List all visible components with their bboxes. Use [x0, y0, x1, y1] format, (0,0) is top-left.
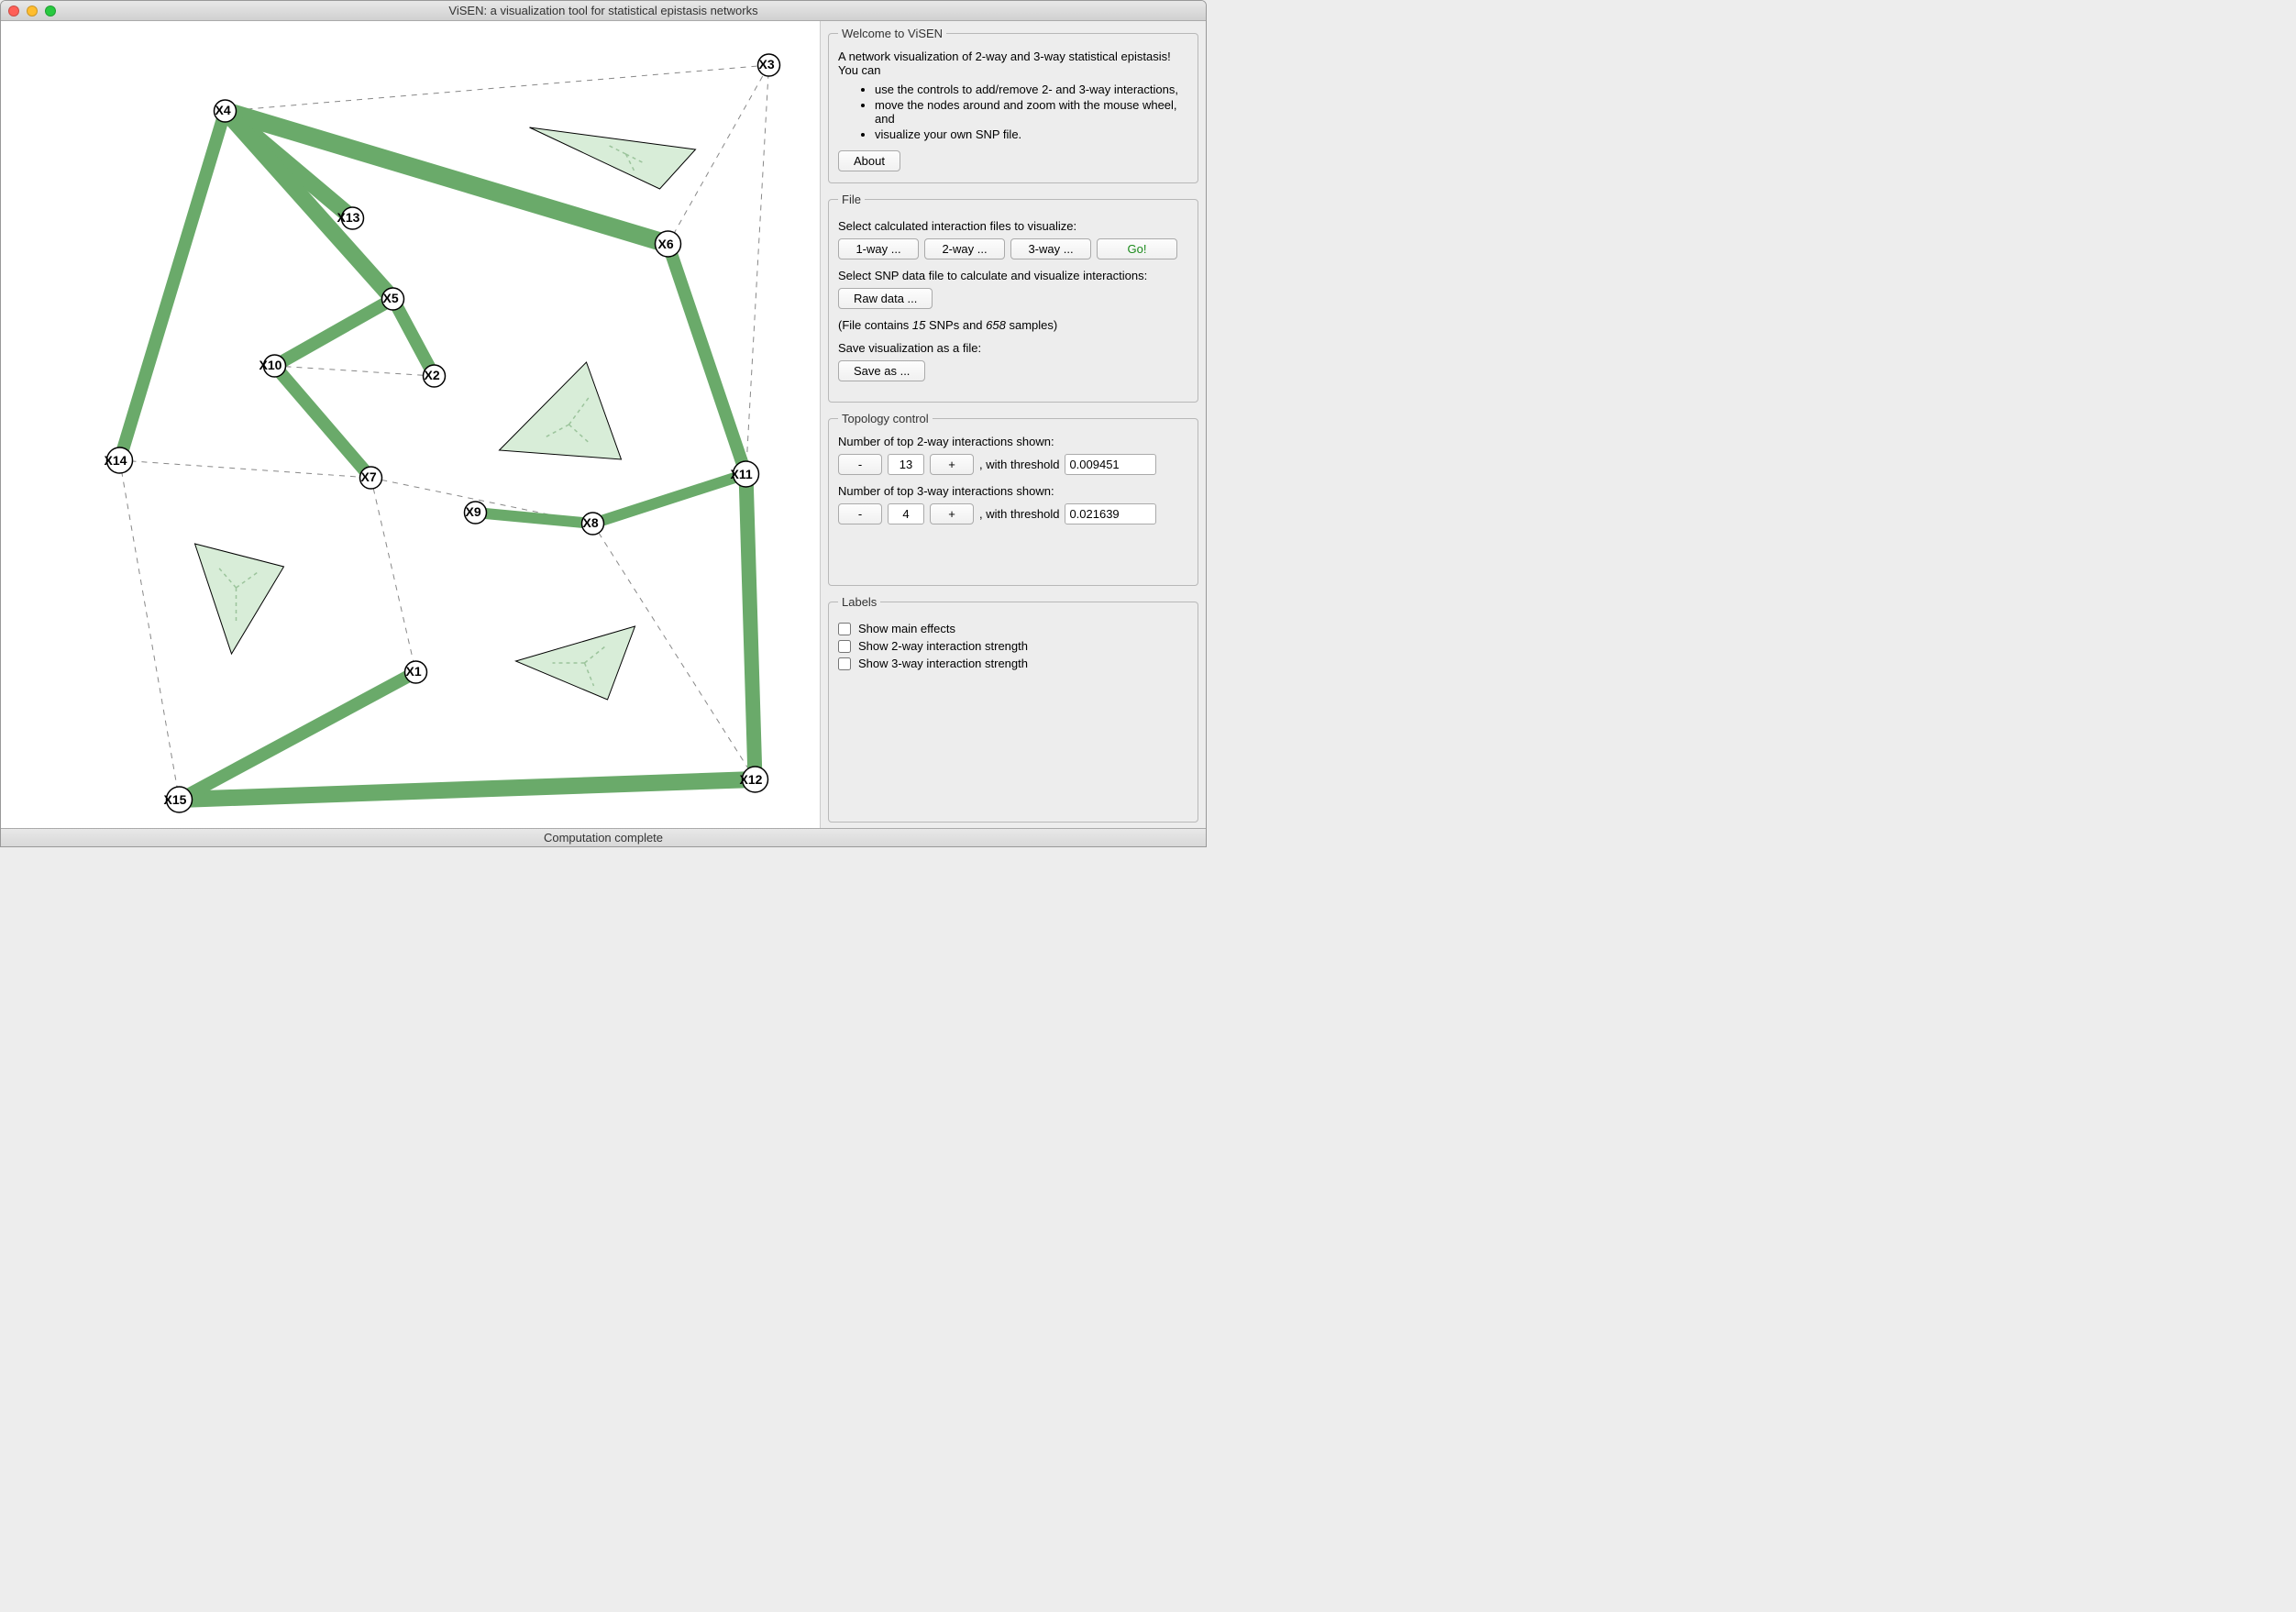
traffic-lights — [1, 6, 56, 17]
topology-twoway-row: - + , with threshold — [838, 454, 1188, 475]
labels-panel: Labels Show main effects Show 2-way inte… — [828, 595, 1198, 823]
threeway-minus-button[interactable]: - — [838, 503, 882, 524]
thick-edges — [120, 111, 756, 800]
threeway-thresh-input[interactable] — [1065, 503, 1156, 524]
svg-text:X2: X2 — [425, 368, 440, 382]
topology-threeway-label: Number of top 3-way interactions shown: — [838, 484, 1188, 498]
welcome-list: use the controls to add/remove 2- and 3-… — [838, 83, 1188, 141]
twoway-button[interactable]: 2-way ... — [924, 238, 1005, 259]
twoway-minus-button[interactable]: - — [838, 454, 882, 475]
file-save-label: Save visualization as a file: — [838, 341, 1188, 355]
node-X4[interactable]: X4 — [215, 100, 237, 122]
app-window: ViSEN: a visualization tool for statisti… — [0, 0, 1207, 847]
topology-legend: Topology control — [838, 412, 933, 425]
twoway-thresh-label: , with threshold — [979, 458, 1059, 471]
close-icon[interactable] — [8, 6, 19, 17]
main-effects-label: Show main effects — [858, 622, 955, 635]
svg-text:X8: X8 — [583, 515, 599, 530]
rawdata-button[interactable]: Raw data ... — [838, 288, 933, 309]
svg-text:X12: X12 — [740, 772, 763, 787]
svg-text:X13: X13 — [337, 210, 360, 225]
file-select-snp-label: Select SNP data file to calculate and vi… — [838, 269, 1188, 282]
svg-text:X3: X3 — [759, 57, 775, 72]
threeway-plus-button[interactable]: + — [930, 503, 974, 524]
file-sample-count: 658 — [986, 318, 1006, 332]
svg-text:X14: X14 — [105, 453, 127, 468]
svg-text:X7: X7 — [361, 469, 377, 484]
twoway-count-input[interactable] — [888, 454, 924, 475]
node-X12[interactable]: X12 — [740, 767, 768, 792]
welcome-bullet: visualize your own SNP file. — [875, 127, 1188, 141]
network-canvas[interactable]: X3 X4 X13 X6 X5 X10 X2 X14 X7 X11 X9 X8 … — [1, 21, 821, 828]
node-X6[interactable]: X6 — [656, 231, 681, 257]
status-text: Computation complete — [544, 831, 663, 845]
svg-text:X10: X10 — [259, 358, 282, 372]
saveas-button[interactable]: Save as ... — [838, 360, 925, 381]
twoway-plus-button[interactable]: + — [930, 454, 974, 475]
labels-legend: Labels — [838, 595, 880, 609]
file-panel: File Select calculated interaction files… — [828, 193, 1198, 403]
minimize-icon[interactable] — [27, 6, 38, 17]
main-effects-checkbox[interactable] — [838, 623, 851, 635]
twoway-strength-label: Show 2-way interaction strength — [858, 639, 1028, 653]
welcome-panel: Welcome to ViSEN A network visualization… — [828, 27, 1198, 183]
svg-text:X4: X4 — [215, 103, 231, 117]
node-X14[interactable]: X14 — [105, 447, 133, 473]
node-X2[interactable]: X2 — [424, 365, 446, 387]
titlebar[interactable]: ViSEN: a visualization tool for statisti… — [1, 1, 1206, 21]
svg-text:X15: X15 — [164, 792, 187, 807]
file-legend: File — [838, 193, 865, 206]
twoway-thresh-input[interactable] — [1065, 454, 1156, 475]
about-button[interactable]: About — [838, 150, 900, 171]
node-X3[interactable]: X3 — [758, 54, 780, 76]
topology-twoway-label: Number of top 2-way interactions shown: — [838, 435, 1188, 448]
file-raw-row: Raw data ... — [838, 288, 1188, 309]
node-X15[interactable]: X15 — [164, 787, 193, 812]
network-svg[interactable]: X3 X4 X13 X6 X5 X10 X2 X14 X7 X11 X9 X8 … — [1, 21, 820, 828]
threeway-strength-row[interactable]: Show 3-way interaction strength — [838, 657, 1188, 670]
svg-text:X6: X6 — [658, 237, 674, 251]
node-X9[interactable]: X9 — [465, 502, 487, 524]
oneway-button[interactable]: 1-way ... — [838, 238, 919, 259]
threeway-strength-label: Show 3-way interaction strength — [858, 657, 1028, 670]
welcome-bullet: move the nodes around and zoom with the … — [875, 98, 1188, 126]
welcome-legend: Welcome to ViSEN — [838, 27, 946, 40]
node-X8[interactable]: X8 — [582, 513, 604, 535]
file-info-mid: SNPs and — [925, 318, 986, 332]
statusbar: Computation complete — [1, 828, 1206, 846]
file-info-suffix: samples) — [1006, 318, 1057, 332]
node-X5[interactable]: X5 — [382, 288, 404, 310]
node-X1[interactable]: X1 — [405, 661, 427, 683]
page-title: ViSEN: a visualization tool for statisti… — [1, 4, 1206, 17]
file-snp-count: 15 — [912, 318, 925, 332]
welcome-intro: A network visualization of 2-way and 3-w… — [838, 50, 1188, 77]
sidebar: Welcome to ViSEN A network visualization… — [821, 21, 1206, 828]
svg-text:X11: X11 — [731, 467, 753, 481]
go-button[interactable]: Go! — [1097, 238, 1177, 259]
file-info-prefix: (File contains — [838, 318, 912, 332]
file-select-calc-label: Select calculated interaction files to v… — [838, 219, 1188, 233]
svg-text:X1: X1 — [406, 664, 422, 679]
topology-panel: Topology control Number of top 2-way int… — [828, 412, 1198, 586]
threeway-strength-checkbox[interactable] — [838, 657, 851, 670]
twoway-strength-row[interactable]: Show 2-way interaction strength — [838, 639, 1188, 653]
node-X13[interactable]: X13 — [337, 207, 364, 229]
triangles — [195, 127, 696, 700]
svg-text:X9: X9 — [466, 504, 481, 519]
threeway-thresh-label: , with threshold — [979, 507, 1059, 521]
file-save-row: Save as ... — [838, 360, 1188, 381]
threeway-button[interactable]: 3-way ... — [1010, 238, 1091, 259]
svg-text:X5: X5 — [383, 291, 399, 305]
twoway-strength-checkbox[interactable] — [838, 640, 851, 653]
file-info: (File contains 15 SNPs and 658 samples) — [838, 318, 1188, 332]
threeway-count-input[interactable] — [888, 503, 924, 524]
topology-threeway-row: - + , with threshold — [838, 503, 1188, 524]
maximize-icon[interactable] — [45, 6, 56, 17]
file-calc-row: 1-way ... 2-way ... 3-way ... Go! — [838, 238, 1188, 259]
content-area: X3 X4 X13 X6 X5 X10 X2 X14 X7 X11 X9 X8 … — [1, 21, 1206, 828]
welcome-bullet: use the controls to add/remove 2- and 3-… — [875, 83, 1188, 96]
node-X10[interactable]: X10 — [259, 355, 286, 377]
node-X7[interactable]: X7 — [360, 467, 382, 489]
main-effects-row[interactable]: Show main effects — [838, 622, 1188, 635]
